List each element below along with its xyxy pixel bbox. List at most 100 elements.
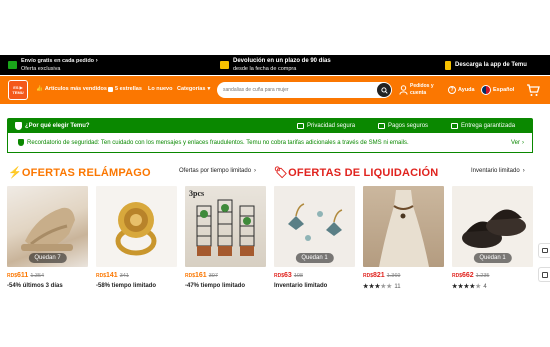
language-selector[interactable]: Español bbox=[481, 85, 514, 95]
stock-badge: Quedan 1 bbox=[295, 253, 334, 263]
star-rating-icon: ★★★★★ bbox=[452, 284, 482, 290]
old-price: 1.235 bbox=[475, 273, 490, 279]
shipping-sub: Oferta exclusiva bbox=[21, 66, 61, 72]
old-price: 108 bbox=[293, 273, 303, 279]
rating-row: ★★★★★ 4 bbox=[452, 283, 533, 291]
star-rating-icon: ★★★★★ bbox=[363, 284, 393, 290]
return-box-icon bbox=[220, 61, 229, 69]
nav-best-sellers[interactable]: 👍 Artículos más vendidos bbox=[36, 86, 107, 92]
currency: RD$ bbox=[96, 273, 107, 279]
product-image[interactable]: Quedan 1 bbox=[274, 186, 355, 267]
product-image[interactable]: 3pcs bbox=[185, 186, 266, 267]
main-header: ES ▶ TEMU 👍 Artículos más vendidos 5 est… bbox=[0, 76, 550, 104]
price: 141 bbox=[106, 272, 118, 279]
truck-icon bbox=[8, 61, 17, 69]
lock-icon bbox=[297, 122, 304, 129]
security-notice: Recordatorio de seguridad: Ten cuidado c… bbox=[7, 133, 533, 153]
help-menu[interactable]: ? Ayuda bbox=[448, 86, 475, 94]
chevron-down-icon: ▾ bbox=[207, 86, 211, 92]
product-image[interactable] bbox=[96, 186, 177, 267]
clearance-link[interactable]: Inventario limitado › bbox=[471, 168, 525, 174]
search-icon bbox=[380, 86, 388, 94]
flash-deals-title: ⚡OFERTAS RELÁMPAGO bbox=[8, 167, 151, 179]
discount-label: -58% tiempo limitado bbox=[96, 283, 157, 289]
planter-illustration bbox=[196, 199, 255, 256]
stock-label: Inventario limitado bbox=[274, 283, 328, 289]
price: 662 bbox=[462, 272, 474, 279]
app-download-banner[interactable]: Descarga la app de Temu bbox=[445, 60, 527, 70]
phone-icon bbox=[445, 60, 451, 70]
promo-topbar: Envío gratis en cada pedido › Oferta exc… bbox=[0, 55, 550, 75]
feedback-icon bbox=[541, 271, 548, 278]
tag-icon: 🏷 bbox=[274, 167, 289, 179]
shipping-title: Envío gratis en cada pedido bbox=[21, 58, 95, 64]
search-input[interactable] bbox=[223, 87, 371, 93]
card-icon bbox=[378, 122, 385, 129]
currency: RD$ bbox=[274, 273, 285, 279]
product-card[interactable]: RD$141 341 -58% tiempo limitado bbox=[96, 186, 177, 289]
lightning-icon: ⚡ bbox=[8, 167, 22, 179]
chat-button[interactable] bbox=[538, 243, 550, 258]
currency: RD$ bbox=[363, 273, 374, 279]
returns-banner[interactable]: Devolución en un plazo de 90 días desde … bbox=[220, 57, 331, 73]
old-price: 307 bbox=[208, 273, 218, 279]
stock-badge: Quedan 7 bbox=[28, 253, 67, 263]
perk-payments: Pagos seguros bbox=[378, 122, 428, 129]
chat-icon bbox=[541, 248, 548, 253]
temu-page: Envío gratis en cada pedido › Oferta exc… bbox=[0, 0, 550, 347]
product-card[interactable]: Quedan 1 RD$63 108 Inventario limitado bbox=[274, 186, 355, 289]
review-count: 11 bbox=[394, 283, 401, 290]
discount-label: -54% últimos 3 días bbox=[7, 283, 63, 289]
nav-categories[interactable]: Categorías ▾ bbox=[177, 86, 210, 92]
search-bar bbox=[217, 82, 392, 98]
product-image[interactable]: Quedan 7 bbox=[7, 186, 88, 267]
nav-five-stars[interactable]: 5 estrellas bbox=[108, 86, 142, 92]
perk-delivery: Entrega garantizada bbox=[451, 122, 515, 129]
why-temu[interactable]: ¿Por qué elegir Temu? bbox=[15, 121, 90, 130]
currency: RD$ bbox=[452, 273, 463, 279]
product-image[interactable] bbox=[363, 186, 444, 267]
account-menu[interactable]: Pedidos y cuenta bbox=[399, 83, 434, 97]
product-card[interactable]: Quedan 7 RD$611 1.354 -54% últimos 3 día… bbox=[7, 186, 88, 289]
chevron-right-icon: › bbox=[254, 168, 257, 174]
dress-illustration bbox=[379, 190, 429, 267]
review-count: 4 bbox=[483, 283, 487, 290]
flash-deals-link[interactable]: Ofertas por tiempo limitado › bbox=[179, 168, 256, 174]
pack-count-text: 3pcs bbox=[189, 189, 205, 198]
discount-label: -47% tiempo limitado bbox=[185, 283, 246, 289]
product-card[interactable]: RD$821 1.369 ★★★★★ 11 bbox=[363, 186, 444, 290]
currency: RD$ bbox=[7, 273, 18, 279]
thumbs-up-icon: 👍 bbox=[36, 86, 43, 92]
truck-icon bbox=[451, 122, 458, 129]
price: 611 bbox=[17, 272, 29, 279]
trust-bar: ¿Por qué elegir Temu? Privacidad segura … bbox=[7, 118, 533, 133]
star-badge-icon bbox=[108, 86, 113, 92]
old-price: 1.354 bbox=[30, 273, 45, 279]
temu-logo[interactable]: ES ▶ TEMU bbox=[8, 80, 28, 100]
app-download-label: Descarga la app de Temu bbox=[455, 62, 527, 68]
product-image[interactable]: Quedan 1 bbox=[452, 186, 533, 267]
product-card[interactable]: Quedan 1 RD$662 1.235 ★★★★★ 4 bbox=[452, 186, 533, 290]
chevron-right-icon: › bbox=[522, 168, 525, 174]
perk-privacy: Privacidad segura bbox=[297, 122, 355, 129]
price: 63 bbox=[284, 272, 292, 279]
see-more-link[interactable]: Ver › bbox=[511, 140, 524, 146]
flag-icon bbox=[481, 85, 491, 95]
cart-icon[interactable] bbox=[526, 83, 540, 97]
product-card[interactable]: 3pcs RD$161 307 -47% tiempo limitado bbox=[185, 186, 266, 289]
ring-illustration bbox=[115, 202, 157, 256]
return-sub: desde la fecha de compra bbox=[233, 66, 297, 72]
rating-row: ★★★★★ 11 bbox=[363, 283, 444, 291]
nav-new-arrivals[interactable]: Lo nuevo bbox=[148, 86, 172, 92]
price: 161 bbox=[195, 272, 207, 279]
shield-check-icon bbox=[15, 121, 22, 130]
feedback-button[interactable] bbox=[538, 267, 550, 282]
security-notice-text: Recordatorio de seguridad: Ten cuidado c… bbox=[27, 139, 409, 146]
shield-icon bbox=[18, 139, 24, 146]
price: 821 bbox=[373, 272, 385, 279]
free-shipping-banner[interactable]: Envío gratis en cada pedido › Oferta exc… bbox=[8, 57, 98, 73]
search-button[interactable] bbox=[377, 83, 391, 97]
old-price: 1.369 bbox=[386, 273, 401, 279]
help-circle-icon: ? bbox=[448, 86, 456, 94]
currency: RD$ bbox=[185, 273, 196, 279]
